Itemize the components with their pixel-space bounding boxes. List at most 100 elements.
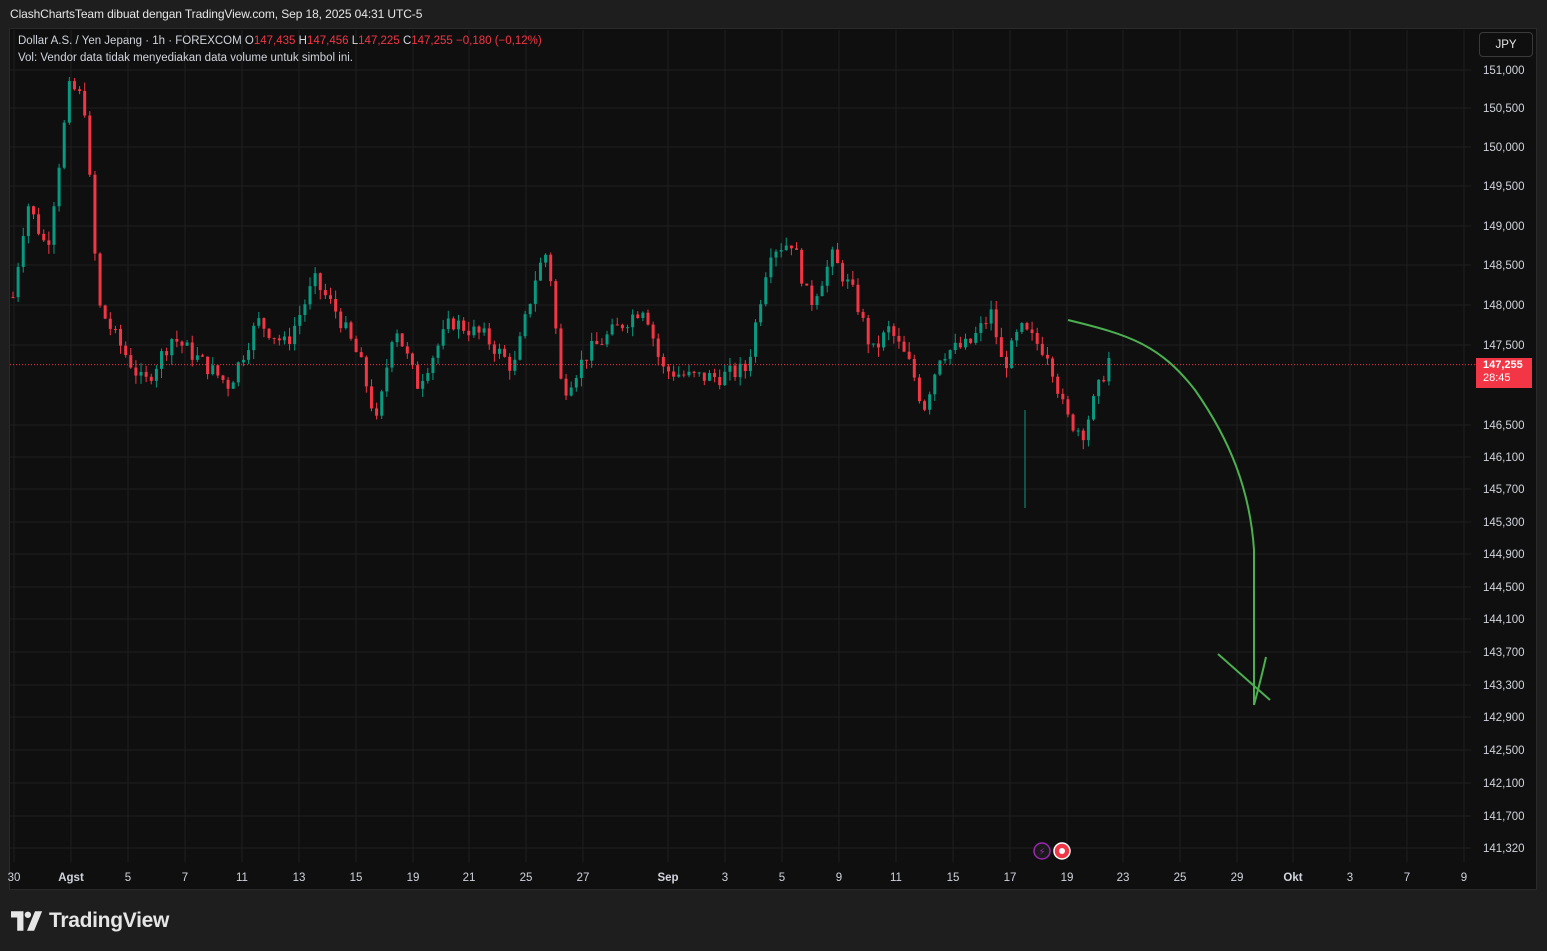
- candle-body: [958, 342, 962, 348]
- candle-body: [713, 373, 717, 378]
- candle-body: [533, 280, 537, 304]
- candle-body: [257, 318, 261, 326]
- tradingview-wordmark: TradingView: [49, 909, 170, 932]
- x-tick-label: 15: [947, 872, 960, 884]
- candle-body: [585, 359, 589, 361]
- candle-body: [1086, 419, 1090, 441]
- candle-body: [482, 328, 486, 333]
- candle-body: [349, 322, 353, 339]
- candle-body: [759, 304, 763, 323]
- candle-body: [200, 355, 204, 357]
- last-price-value: 147,255: [1483, 359, 1523, 371]
- candle-body: [354, 338, 358, 353]
- candle-body: [62, 122, 66, 168]
- candle-body: [825, 266, 829, 286]
- x-tick-label: 11: [236, 872, 248, 884]
- candle-body: [467, 330, 471, 336]
- candle-body: [923, 401, 927, 410]
- candle-body: [211, 365, 215, 375]
- candle-body: [605, 334, 609, 345]
- candle-body: [83, 90, 87, 116]
- candle-body: [1030, 329, 1034, 334]
- x-tick-label: 29: [1231, 872, 1244, 884]
- candle-body: [31, 206, 35, 215]
- candle-body: [964, 338, 968, 348]
- candle-body: [344, 322, 348, 329]
- candle-body: [57, 167, 61, 207]
- candle-body: [615, 324, 619, 326]
- candle-body: [569, 387, 573, 396]
- candle-body: [267, 328, 271, 338]
- candle-body: [948, 350, 952, 359]
- candle-body: [774, 251, 778, 258]
- y-tick-label: 145,300: [1483, 517, 1525, 529]
- candle-body: [124, 345, 128, 356]
- y-tick-label: 146,500: [1483, 420, 1525, 432]
- candle-body: [154, 368, 158, 381]
- candle-body: [559, 328, 563, 379]
- candle-body: [1061, 393, 1065, 400]
- candle-body: [523, 314, 527, 337]
- candle-body: [308, 286, 312, 305]
- lightning-glyph: ⚡: [1038, 847, 1045, 858]
- y-tick-label: 141,320: [1483, 843, 1525, 855]
- y-tick-label: 151,000: [1483, 65, 1525, 77]
- candle-body: [636, 314, 640, 318]
- candle-body: [574, 378, 578, 388]
- candle-body: [472, 326, 476, 336]
- candle-body: [754, 322, 758, 357]
- drawn-arrow-shaft: [1067, 319, 1255, 705]
- candle-body: [364, 357, 368, 387]
- candle-body: [846, 279, 850, 282]
- candle-body: [1076, 430, 1080, 432]
- tradingview-logo[interactable]: TradingView: [11, 906, 169, 936]
- candle-body: [508, 356, 512, 371]
- candle-body: [718, 377, 722, 386]
- economic-event-dot: [1059, 848, 1065, 854]
- legend-symbol: Dollar A.S. / Yen Jepang · 1h · FOREXCOM: [18, 35, 242, 47]
- candle-body: [912, 358, 916, 378]
- candle-body: [503, 348, 507, 357]
- candle-body: [702, 372, 706, 381]
- candle-body: [103, 305, 107, 319]
- candle-body: [646, 312, 650, 325]
- candle-body: [288, 336, 292, 345]
- candle-body: [226, 379, 230, 389]
- candle-body: [441, 329, 445, 346]
- candle-body: [631, 314, 635, 328]
- candle-body: [928, 394, 932, 410]
- x-tick-label: 15: [350, 872, 363, 884]
- x-tick-label: 13: [293, 872, 306, 884]
- candle-body: [190, 342, 194, 360]
- candle-body: [549, 254, 553, 282]
- candle-body: [1081, 430, 1085, 441]
- y-tick-label: 142,900: [1483, 712, 1525, 724]
- candle-body: [1051, 358, 1055, 377]
- candle-body: [764, 277, 768, 305]
- candle-body: [206, 356, 210, 375]
- x-tick-label: 7: [182, 872, 188, 884]
- candle-body: [984, 323, 988, 325]
- legend-close-label: C: [402, 35, 412, 47]
- candle-body: [810, 285, 814, 306]
- x-tick-label: 19: [407, 872, 420, 884]
- candle-body: [11, 297, 15, 298]
- candle-body: [1015, 331, 1019, 341]
- bar-countdown: 28:45: [1483, 372, 1511, 384]
- candle-body: [477, 326, 481, 333]
- candle-body: [999, 337, 1003, 357]
- candle-body: [72, 81, 76, 90]
- candle-body: [462, 320, 466, 331]
- price-chart[interactable]: 151,000 150,500 150,000 149,500 149,000 148,5…: [0, 0, 1547, 951]
- y-tick-label: 150,000: [1483, 142, 1525, 154]
- currency-button[interactable]: JPY: [1479, 32, 1533, 57]
- y-tick-label: 143,300: [1483, 680, 1525, 692]
- candle-body: [1035, 333, 1039, 344]
- candle-body: [1097, 379, 1101, 397]
- y-tick-label: 143,700: [1483, 647, 1525, 659]
- candle-body: [129, 355, 133, 368]
- candle-body: [697, 372, 701, 374]
- volume-note: Vol: Vendor data tidak menyediakan data …: [18, 52, 353, 64]
- x-tick-label: 5: [125, 872, 131, 884]
- candle-body: [1040, 343, 1044, 355]
